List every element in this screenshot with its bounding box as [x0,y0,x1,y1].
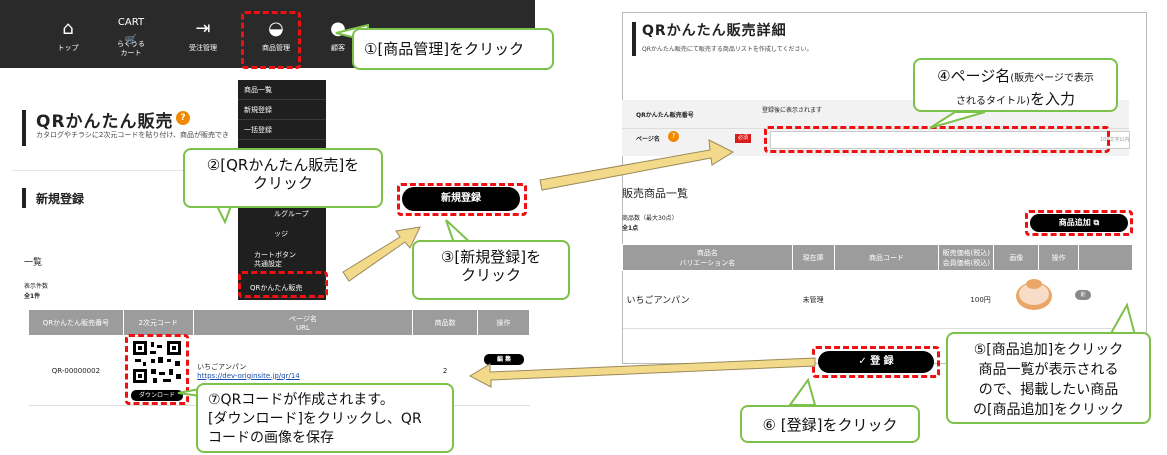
callout-step6: ⑥ [登録]をクリック [740,405,920,443]
callout-step4-a: ④ページ名 [937,67,1011,85]
callout-step4-c: されるタイトル) [956,96,1030,107]
callout-step2: ②[QRかんたん販売]を クリック [183,148,383,208]
callout-step7: ⑦QRコードが作成されます。 [ダウンロード]をクリックし、QR コードの画像を… [196,383,454,453]
callout-step4: ④ページ名(販売ページで表示 されるタイトル)を入力 [913,58,1118,112]
callout-step4-b: (販売ページで表示 [1010,73,1094,84]
callout-step4-d: を入力 [1029,90,1075,108]
callout-step5: ⑤[商品追加]をクリック 商品一覧が表示される ので、掲載したい商品 の[商品追… [946,332,1151,424]
callout-step3: ③[新規登録]を クリック [412,240,570,300]
callout-step1: ①[商品管理]をクリック [352,28,554,70]
